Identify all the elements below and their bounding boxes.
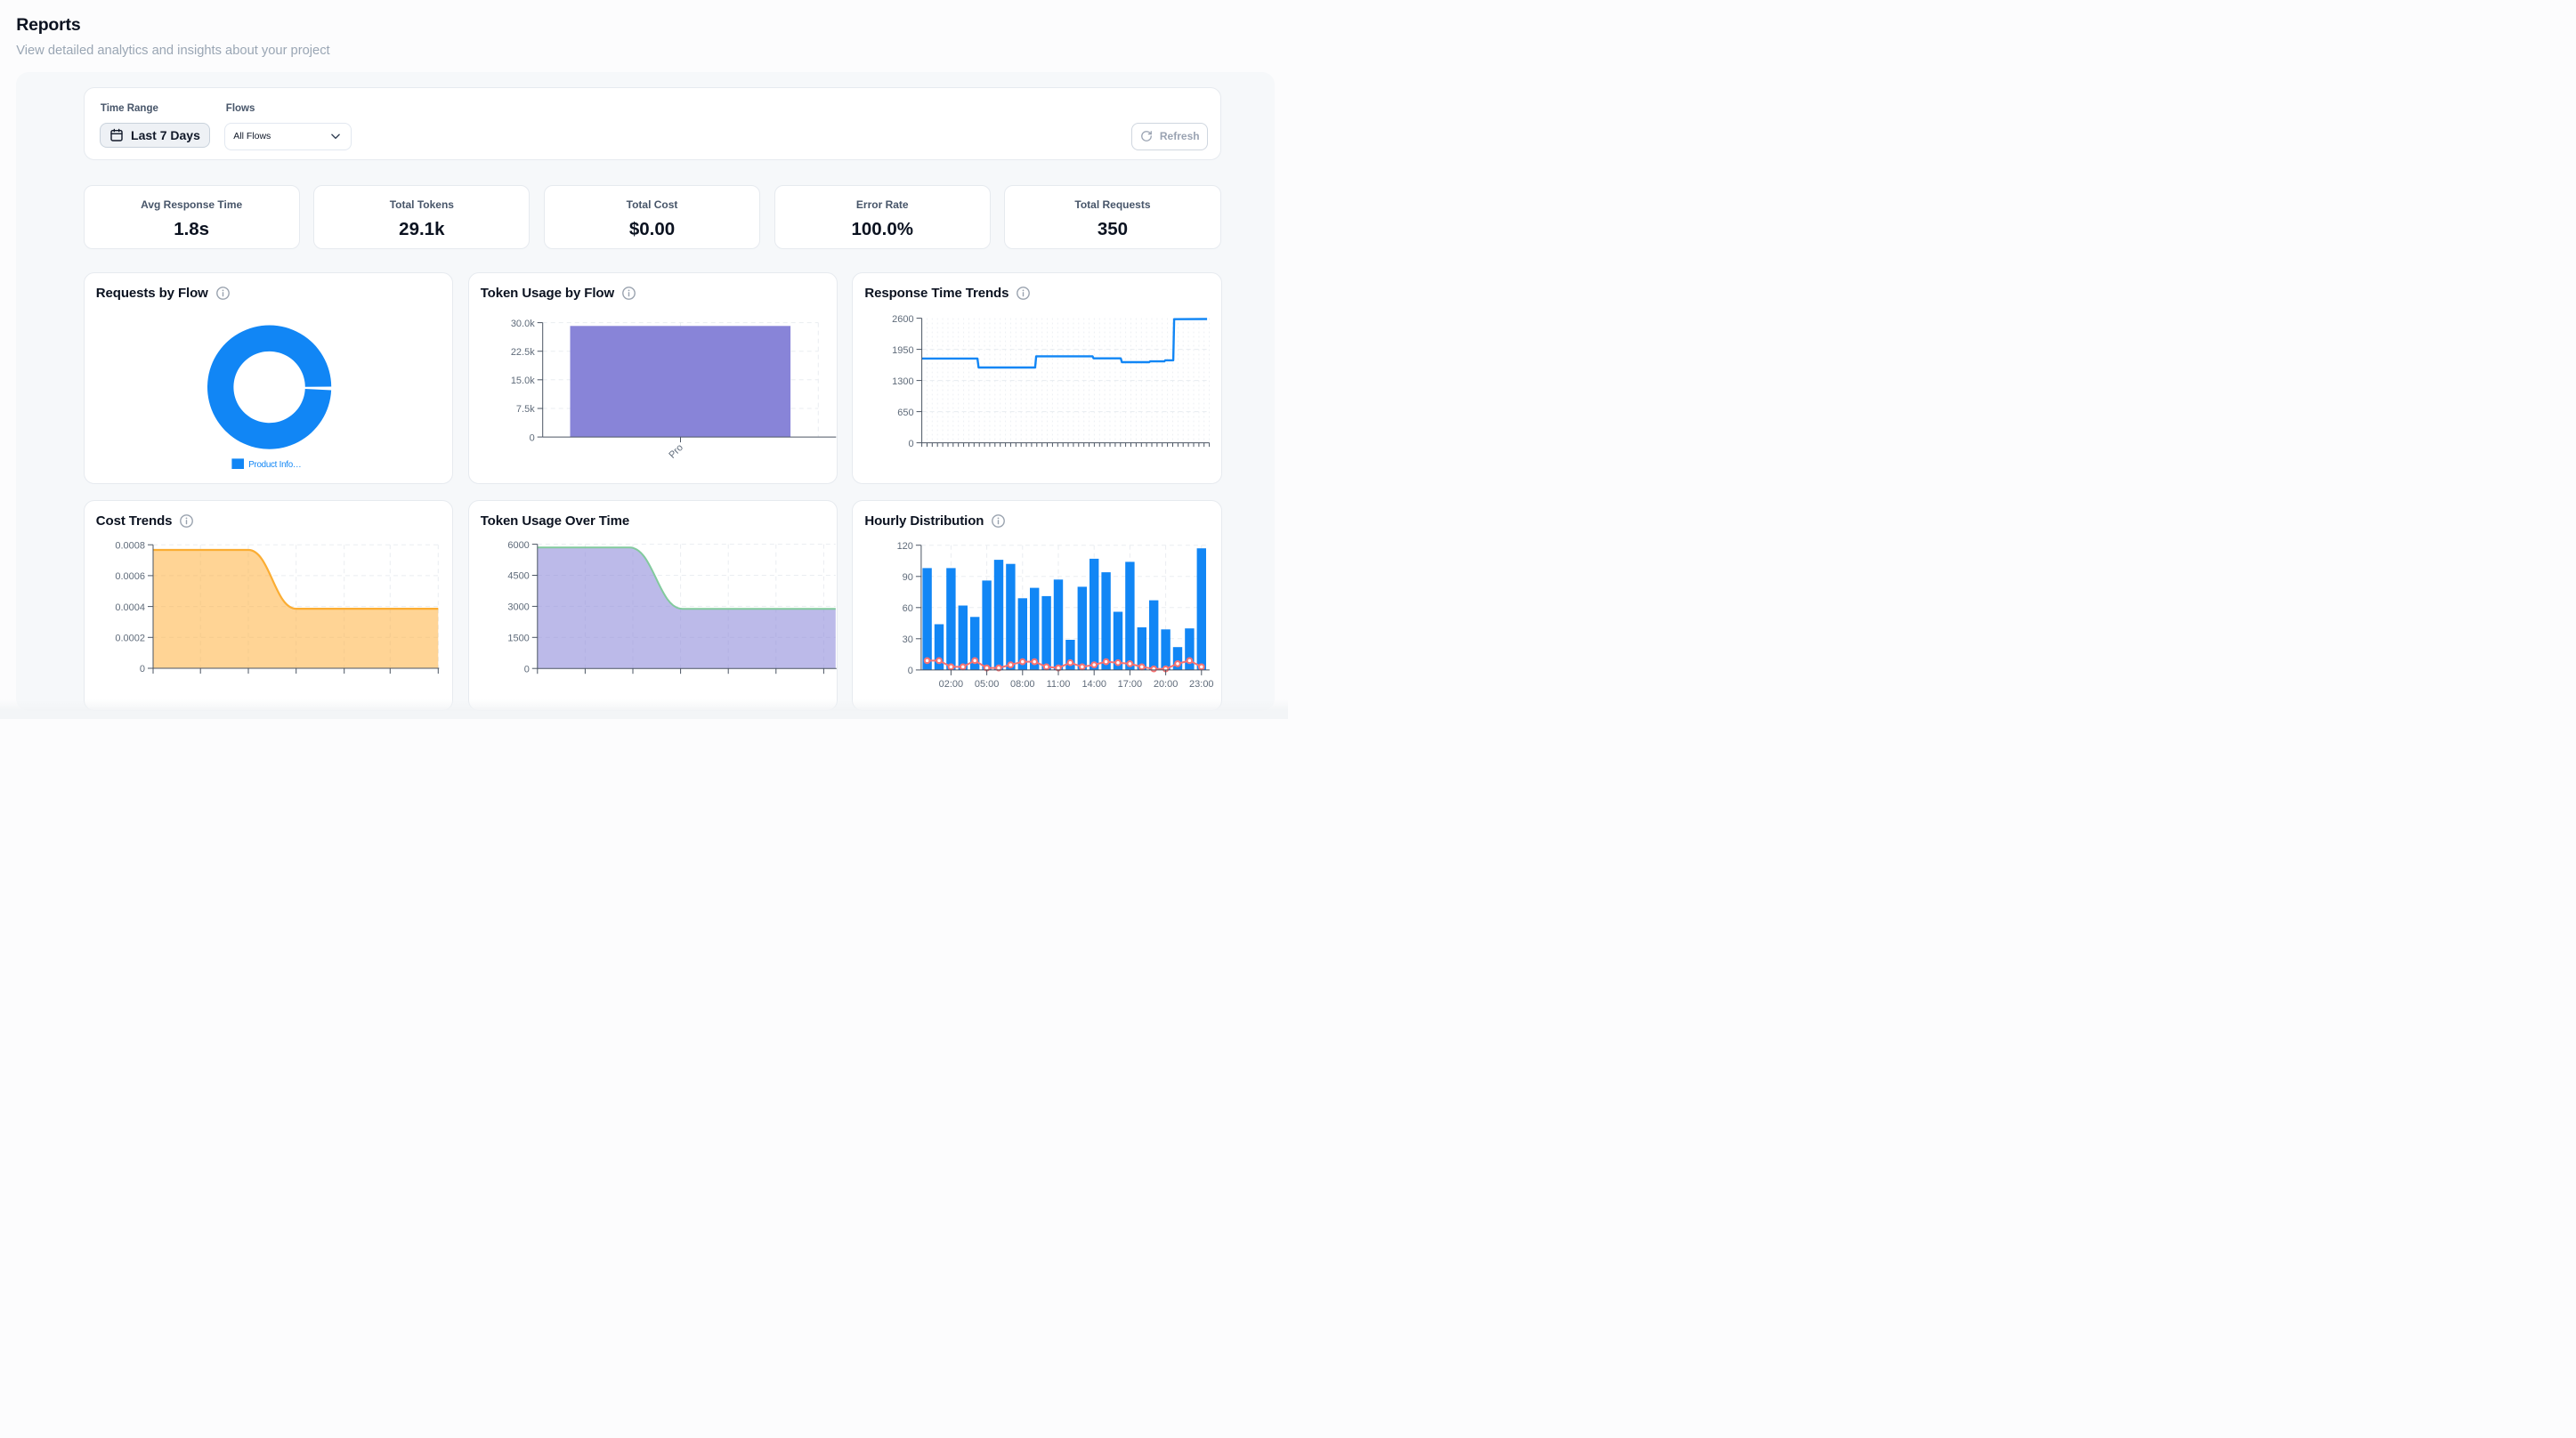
- svg-text:30.0k: 30.0k: [511, 318, 535, 328]
- svg-text:11:00: 11:00: [1047, 679, 1071, 690]
- svg-text:Pro: Pro: [667, 442, 685, 461]
- svg-text:120: 120: [897, 541, 913, 552]
- svg-text:7.5k: 7.5k: [516, 404, 535, 415]
- svg-text:90: 90: [903, 572, 913, 583]
- svg-text:1500: 1500: [507, 633, 529, 643]
- svg-text:1300: 1300: [893, 376, 914, 386]
- svg-text:0.0006: 0.0006: [115, 571, 145, 582]
- svg-text:650: 650: [898, 407, 914, 417]
- svg-text:0.0002: 0.0002: [115, 633, 145, 643]
- svg-text:0: 0: [140, 664, 145, 675]
- svg-text:14:00: 14:00: [1082, 679, 1107, 690]
- svg-text:0.0004: 0.0004: [115, 602, 145, 612]
- svg-text:02:00: 02:00: [939, 679, 964, 690]
- svg-text:05:00: 05:00: [975, 679, 1000, 690]
- svg-text:22.5k: 22.5k: [511, 346, 535, 357]
- svg-text:20:00: 20:00: [1154, 679, 1179, 690]
- svg-text:4500: 4500: [507, 570, 529, 581]
- svg-text:23:00: 23:00: [1189, 679, 1214, 690]
- svg-text:Product Info…: Product Info…: [248, 460, 301, 470]
- svg-text:17:00: 17:00: [1118, 679, 1143, 690]
- svg-text:3000: 3000: [507, 602, 529, 612]
- svg-text:15.0k: 15.0k: [511, 375, 535, 385]
- svg-text:30: 30: [903, 634, 913, 645]
- svg-text:2600: 2600: [893, 313, 914, 324]
- svg-text:0: 0: [908, 666, 913, 676]
- svg-text:0: 0: [523, 664, 529, 675]
- svg-text:1950: 1950: [893, 344, 914, 355]
- svg-text:0: 0: [909, 438, 914, 448]
- svg-text:0.0008: 0.0008: [115, 540, 145, 551]
- svg-text:08:00: 08:00: [1010, 679, 1035, 690]
- svg-text:60: 60: [903, 603, 913, 614]
- svg-text:0: 0: [529, 432, 534, 443]
- svg-text:6000: 6000: [507, 539, 529, 550]
